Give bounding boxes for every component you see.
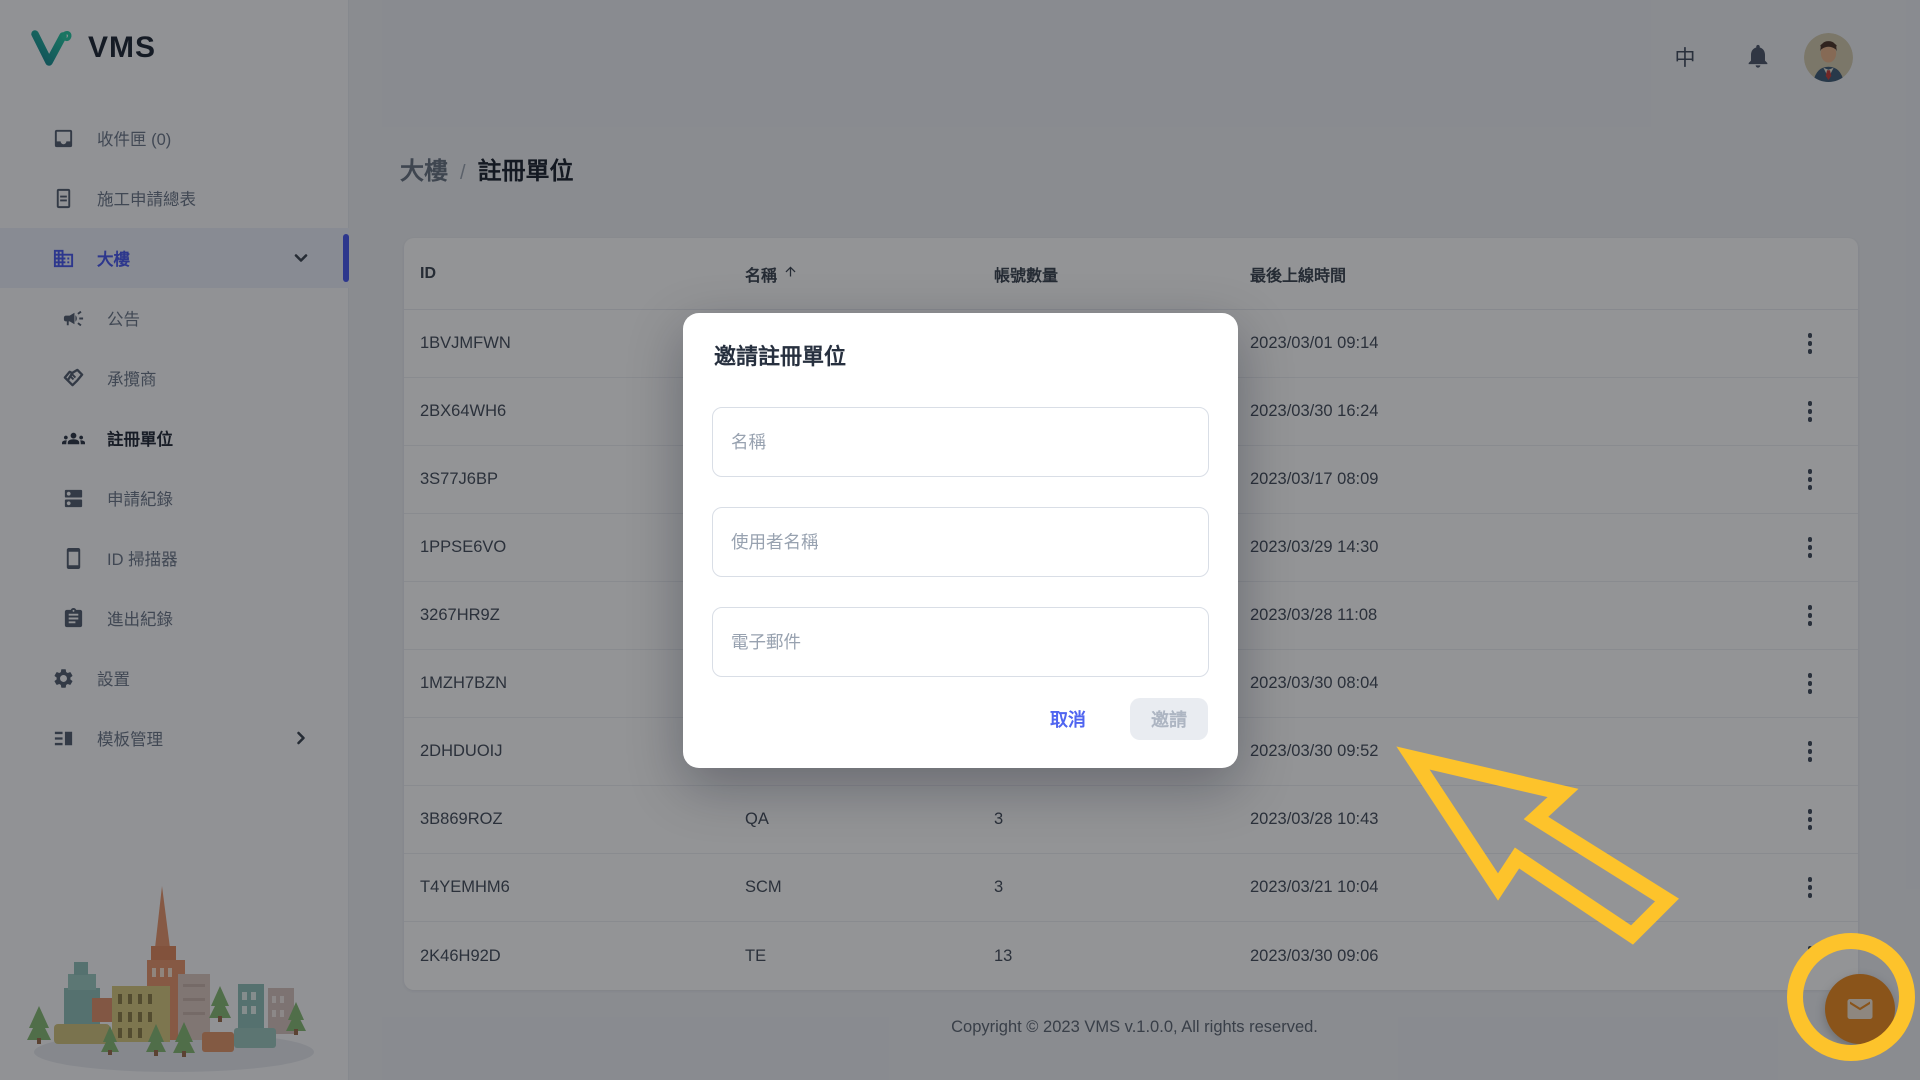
username-field[interactable] bbox=[712, 507, 1209, 577]
cancel-button[interactable]: 取消 bbox=[1023, 698, 1113, 740]
name-field[interactable] bbox=[712, 407, 1209, 477]
invite-registered-unit-dialog: 邀請註冊單位 取消 邀請 bbox=[683, 313, 1238, 768]
dialog-title: 邀請註冊單位 bbox=[714, 339, 846, 371]
invite-button[interactable]: 邀請 bbox=[1130, 698, 1208, 740]
email-field[interactable] bbox=[712, 607, 1209, 677]
vms-app: VMS 收件匣 (0) 施工申請總表 大樓 公告 承攬商 bbox=[0, 0, 1920, 1080]
